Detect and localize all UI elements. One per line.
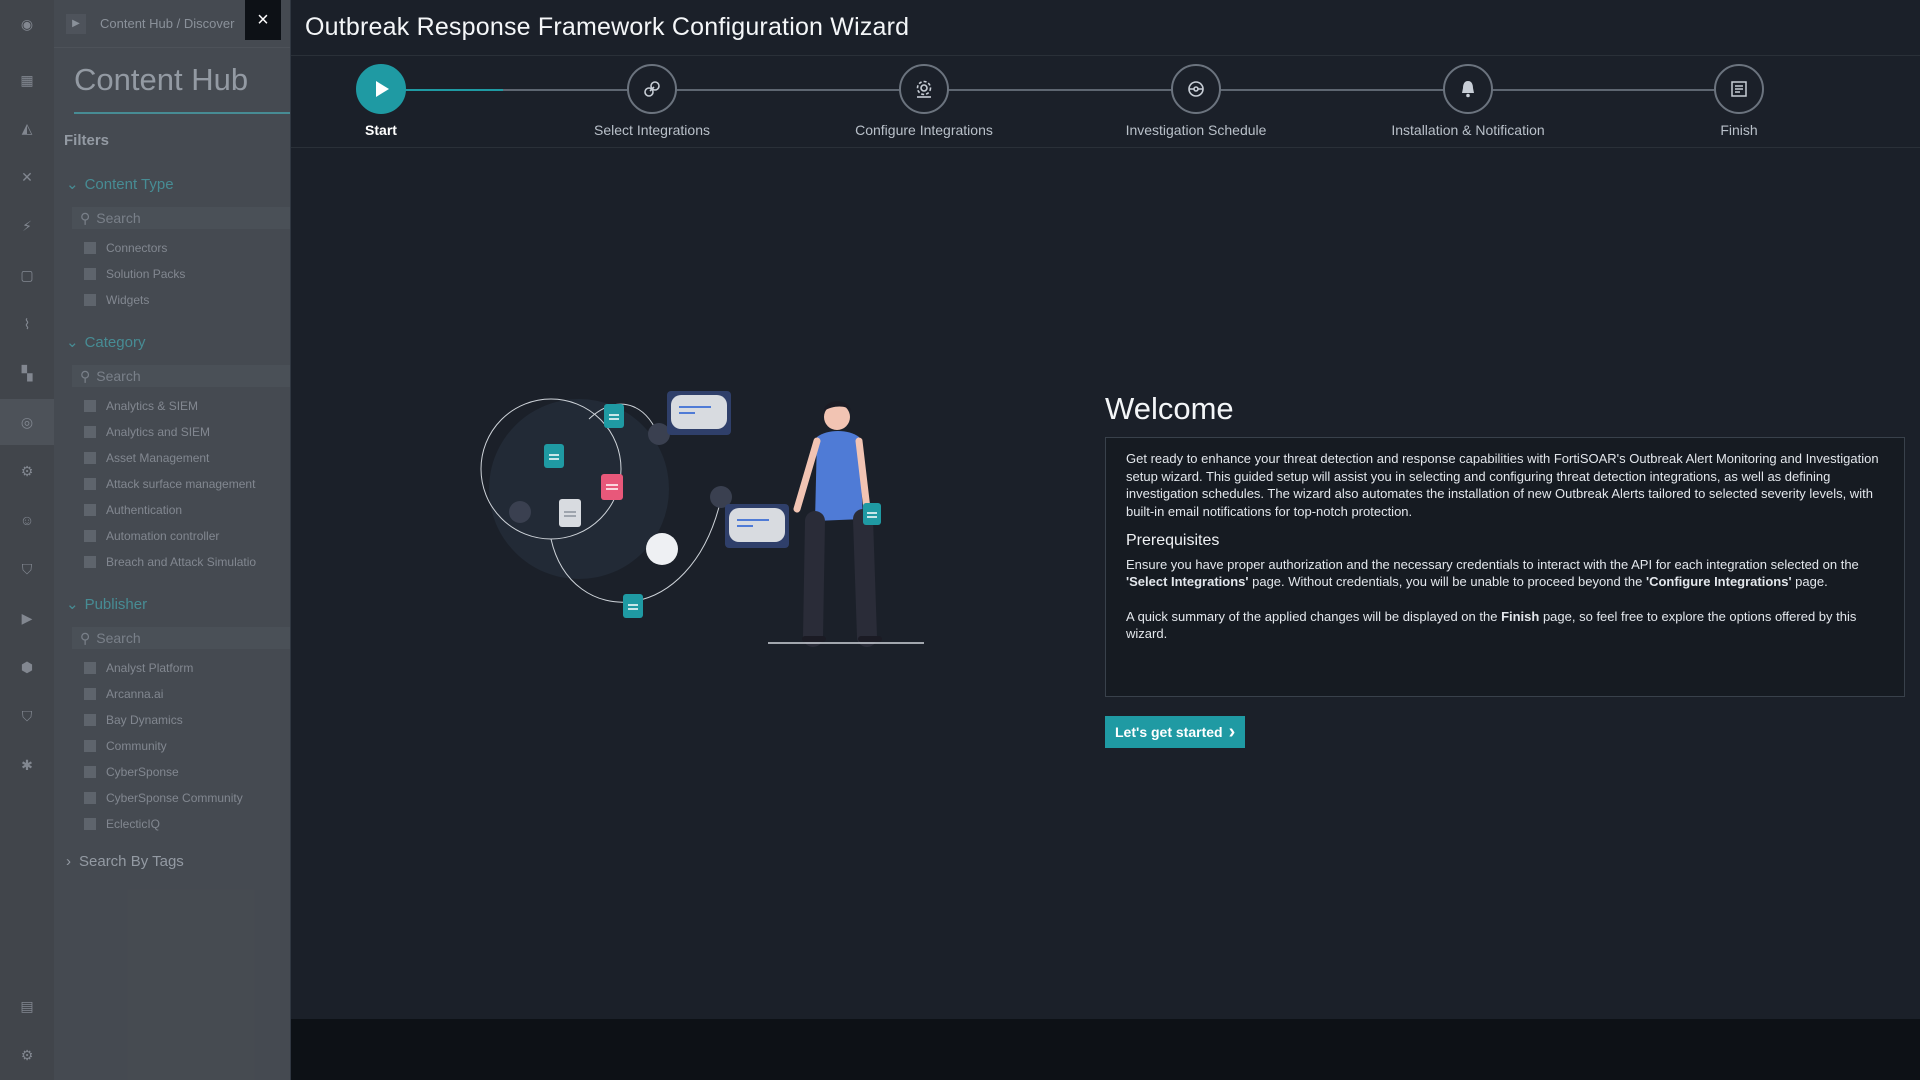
chevron-right-icon: ›: [1228, 721, 1236, 743]
wizard-stepper: Start Select Integrations Configure Inte…: [291, 56, 1920, 148]
summary-emphasis: Finish: [1501, 608, 1540, 624]
summary-icon: [1714, 64, 1764, 114]
wizard-content: Welcome Get ready to enhance your threat…: [291, 149, 1920, 1019]
step-select-integrations[interactable]: Select Integrations: [552, 64, 752, 138]
modal-backdrop[interactable]: [0, 0, 290, 1080]
start-button-label: Let's get started: [1115, 724, 1223, 740]
modal-footer: [291, 1019, 1920, 1080]
welcome-illustration: [480, 391, 924, 647]
step-finish[interactable]: Finish: [1639, 64, 1839, 138]
intro-text: Get ready to enhance your threat detecti…: [1126, 451, 1879, 519]
prereq-emphasis: 'Configure Integrations': [1645, 574, 1792, 589]
step-label: Configure Integrations: [855, 122, 993, 138]
lets-get-started-button[interactable]: Let's get started ›: [1105, 716, 1246, 748]
step-investigation-schedule[interactable]: Investigation Schedule: [1096, 64, 1296, 138]
prerequisites-heading: Prerequisites: [1126, 532, 1220, 549]
close-icon: ×: [257, 8, 269, 31]
prerequisites-text: Ensure you have proper authorization and…: [1126, 556, 1884, 591]
step-configure-integrations[interactable]: Configure Integrations: [824, 64, 1024, 138]
bell-icon: [1443, 64, 1493, 114]
play-icon: [356, 64, 406, 114]
gear-icon: [899, 64, 949, 114]
link-icon: [627, 64, 677, 114]
step-label: Finish: [1720, 122, 1758, 138]
schedule-icon: [1171, 64, 1221, 114]
prereq-text-part: page.: [1791, 574, 1828, 589]
modal-title: Outbreak Response Framework Configuratio…: [305, 13, 910, 41]
step-start[interactable]: Start: [281, 64, 481, 138]
step-installation-notification[interactable]: Installation & Notification: [1368, 64, 1568, 138]
prereq-text-part: Ensure you have proper authorization and…: [1126, 556, 1859, 572]
step-label: Select Integrations: [594, 122, 710, 138]
welcome-heading: Welcome: [1105, 391, 1234, 426]
step-label: Installation & Notification: [1391, 122, 1545, 138]
summary-text: A quick summary of the applied changes w…: [1126, 608, 1884, 643]
wizard-modal: Outbreak Response Framework Configuratio…: [290, 0, 1920, 1080]
prereq-text-part: page. Without credentials, you will be u…: [1248, 574, 1646, 589]
welcome-heading-wrap: Welcome: [1105, 391, 1234, 427]
modal-header: Outbreak Response Framework Configuratio…: [291, 0, 1920, 56]
prereq-emphasis: 'Select Integrations': [1126, 574, 1249, 589]
step-label: Start: [365, 122, 397, 138]
close-button[interactable]: ×: [245, 0, 281, 40]
summary-text-part: A quick summary of the applied changes w…: [1126, 608, 1502, 624]
step-label: Investigation Schedule: [1125, 122, 1267, 138]
welcome-info-box: Get ready to enhance your threat detecti…: [1105, 437, 1905, 697]
